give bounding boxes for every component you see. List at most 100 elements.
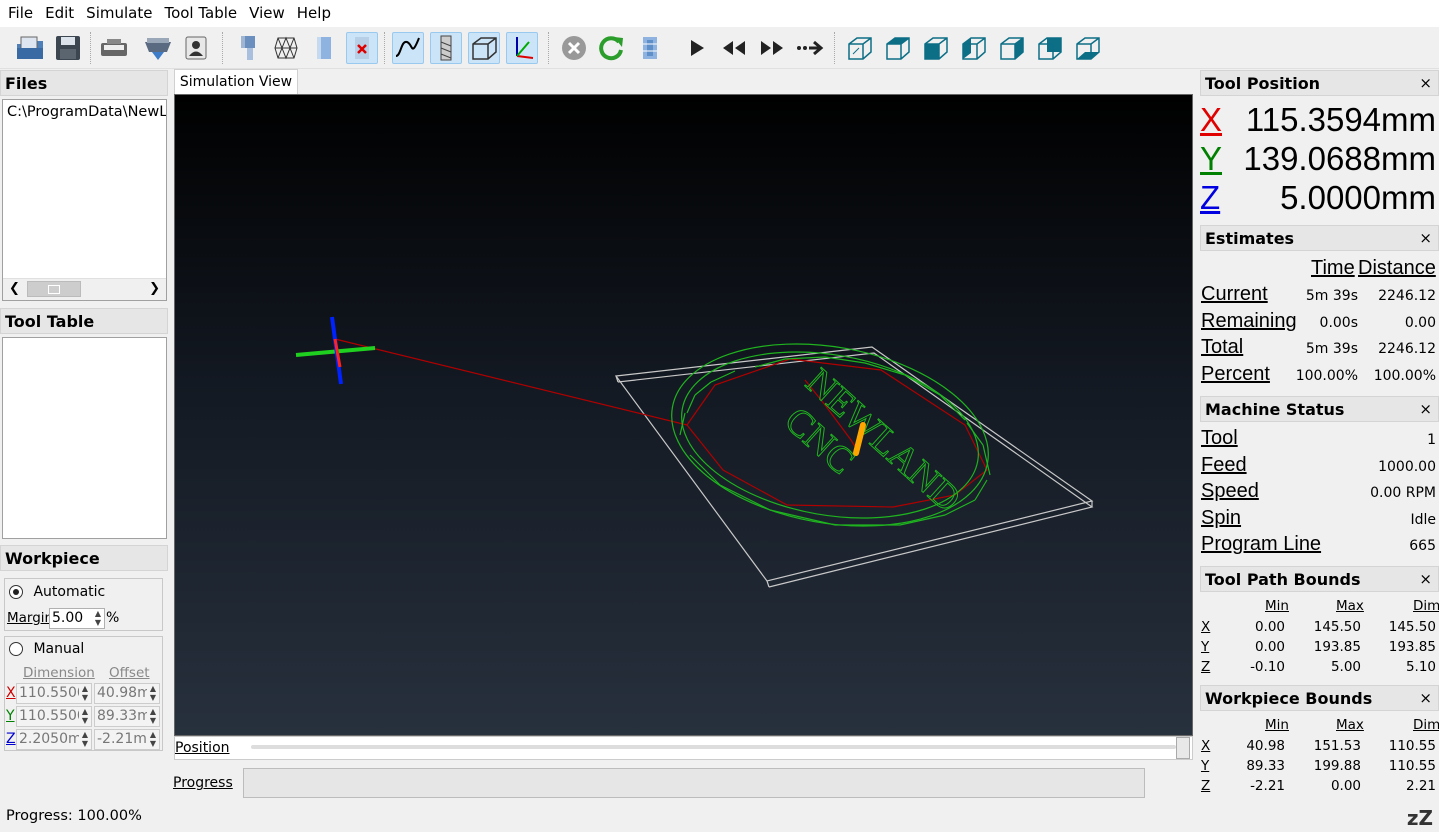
position-slider-handle[interactable] <box>1176 737 1190 759</box>
menu-file[interactable]: File <box>2 0 39 27</box>
file-path[interactable]: C:\ProgramData\NewL <box>7 104 166 120</box>
estimate-label: Total <box>1201 336 1244 358</box>
view-iso-icon[interactable] <box>844 32 876 64</box>
status-value: 1000.00 <box>1378 459 1436 475</box>
estimate-label: Remaining <box>1201 310 1297 332</box>
axes-icon[interactable] <box>506 32 538 64</box>
workpiece-box-icon[interactable] <box>468 32 500 64</box>
estimates-time-header: Time <box>1311 257 1355 279</box>
position-slider-track[interactable] <box>251 745 1176 749</box>
radio-selected-icon[interactable] <box>9 585 23 599</box>
status-row-program-line: Program Line 665 <box>1200 533 1439 560</box>
close-icon[interactable]: × <box>1419 226 1432 251</box>
dimension-y-input[interactable]: 110.5500 ▲ ▼ <box>16 706 92 727</box>
estimates-title-text: Estimates <box>1205 229 1295 248</box>
spin-arrows-icon[interactable]: ▲ ▼ <box>147 684 159 703</box>
origin-axes <box>295 316 376 385</box>
manual-radio[interactable]: Manual <box>9 641 84 657</box>
hide-stock-icon[interactable] <box>346 32 378 64</box>
view-top-icon[interactable] <box>882 32 914 64</box>
menu-view[interactable]: View <box>243 0 291 27</box>
tool-holder-icon[interactable] <box>234 32 266 64</box>
radio-unselected-icon[interactable] <box>9 642 23 656</box>
manual-axis-y: Y <box>6 708 15 724</box>
view-left-icon[interactable] <box>958 32 990 64</box>
machine-settings-icon[interactable] <box>98 32 130 64</box>
close-icon[interactable]: × <box>1419 567 1432 592</box>
workpiece-bounds-title: Workpiece Bounds × <box>1200 685 1439 711</box>
offset-y-input[interactable]: 89.33m ▲ ▼ <box>94 706 160 727</box>
dimension-y-value: 110.5500 <box>19 708 86 724</box>
offset-z-input[interactable]: -2.21mi ▲ ▼ <box>94 729 160 750</box>
automatic-radio[interactable]: Automatic <box>9 584 105 600</box>
bounds-dim: 110.55 <box>1388 758 1436 774</box>
dimension-z-input[interactable]: 2.2050mi ▲ ▼ <box>16 729 92 750</box>
stop-icon[interactable] <box>558 32 590 64</box>
menu-help[interactable]: Help <box>291 0 337 27</box>
save-icon[interactable] <box>52 32 84 64</box>
postprocessor-icon[interactable] <box>142 32 174 64</box>
tool-icon[interactable] <box>430 32 462 64</box>
simulation-scene: NEWLAND CNC <box>295 316 1094 588</box>
user-icon[interactable] <box>180 32 212 64</box>
spin-arrows-icon[interactable]: ▲ ▼ <box>79 730 91 749</box>
wireframe-tool-icon[interactable] <box>270 32 302 64</box>
estimate-time: 0.00s <box>1319 315 1358 331</box>
estimate-distance: 2246.12 <box>1378 288 1436 304</box>
workpiece-bounds-title-text: Workpiece Bounds <box>1205 689 1373 708</box>
spin-arrows-icon[interactable]: ▲ ▼ <box>147 730 159 749</box>
rewind-icon[interactable] <box>718 32 750 64</box>
menu-simulate[interactable]: Simulate <box>80 0 158 27</box>
scroll-left-icon[interactable]: ❮ <box>9 281 20 296</box>
tab-simulation-view[interactable]: Simulation View <box>174 69 298 95</box>
close-icon[interactable]: × <box>1419 397 1432 422</box>
offset-x-input[interactable]: 40.98m ▲ ▼ <box>94 683 160 704</box>
status-label: Feed <box>1201 454 1247 476</box>
spin-arrows-icon[interactable]: ▲ ▼ <box>92 609 104 628</box>
reload-icon[interactable] <box>596 32 628 64</box>
step-forward-icon[interactable] <box>794 32 826 64</box>
dimension-x-input[interactable]: 110.5500 ▲ ▼ <box>16 683 92 704</box>
bounds-dim: 110.55 <box>1388 738 1436 754</box>
scroll-right-icon[interactable]: ❯ <box>149 281 160 296</box>
status-row-speed: Speed 0.00 RPM <box>1200 480 1439 507</box>
files-horizontal-scrollbar[interactable]: ❮ ❯ <box>3 278 166 300</box>
spin-arrows-icon[interactable]: ▲ ▼ <box>79 684 91 703</box>
margin-input[interactable]: 5.00 ▲ ▼ <box>49 608 105 629</box>
close-icon[interactable]: × <box>1419 686 1432 711</box>
estimate-distance: 0.00 <box>1404 315 1436 331</box>
spin-arrows-icon[interactable]: ▲ ▼ <box>79 707 91 726</box>
menu-tool-table[interactable]: Tool Table <box>158 0 243 27</box>
bounds-dim-header: Dim <box>1413 717 1439 733</box>
bounds-max-header: Max <box>1336 598 1364 614</box>
files-list[interactable]: C:\ProgramData\NewL ❮ ❯ <box>2 99 167 301</box>
tool-table-list[interactable] <box>2 337 167 539</box>
open-file-icon[interactable] <box>14 32 46 64</box>
coord-y-value: 139.0688mm <box>1243 140 1436 177</box>
scroll-thumb[interactable] <box>27 281 81 297</box>
status-row-spin: Spin Idle <box>1200 507 1439 534</box>
tool-path-bounds-title-text: Tool Path Bounds <box>1205 570 1361 589</box>
view-bottom-icon[interactable] <box>1072 32 1104 64</box>
toolpath-icon[interactable] <box>392 32 424 64</box>
bounds-max: 193.85 <box>1313 639 1361 655</box>
stock-icon[interactable] <box>308 32 340 64</box>
status-value: 665 <box>1409 538 1436 554</box>
menu-edit[interactable]: Edit <box>39 0 80 27</box>
bounds-axis: Z <box>1201 778 1211 794</box>
close-icon[interactable]: × <box>1419 71 1432 96</box>
manual-label: Manual <box>33 641 85 657</box>
view-front-icon[interactable] <box>920 32 952 64</box>
estimate-time: 5m 39s <box>1305 341 1358 357</box>
simulate-file-icon[interactable] <box>634 32 666 64</box>
manual-axis-z: Z <box>6 731 16 747</box>
play-icon[interactable] <box>680 32 712 64</box>
simulation-viewport[interactable]: NEWLAND CNC <box>174 94 1193 736</box>
offset-header: Offset <box>109 665 150 681</box>
view-right-icon[interactable] <box>996 32 1028 64</box>
view-back-icon[interactable] <box>1034 32 1066 64</box>
spin-arrows-icon[interactable]: ▲ ▼ <box>147 707 159 726</box>
dimension-z-value: 2.2050mi <box>19 731 86 747</box>
fast-forward-icon[interactable] <box>756 32 788 64</box>
tool-path-bounds-title: Tool Path Bounds × <box>1200 566 1439 592</box>
